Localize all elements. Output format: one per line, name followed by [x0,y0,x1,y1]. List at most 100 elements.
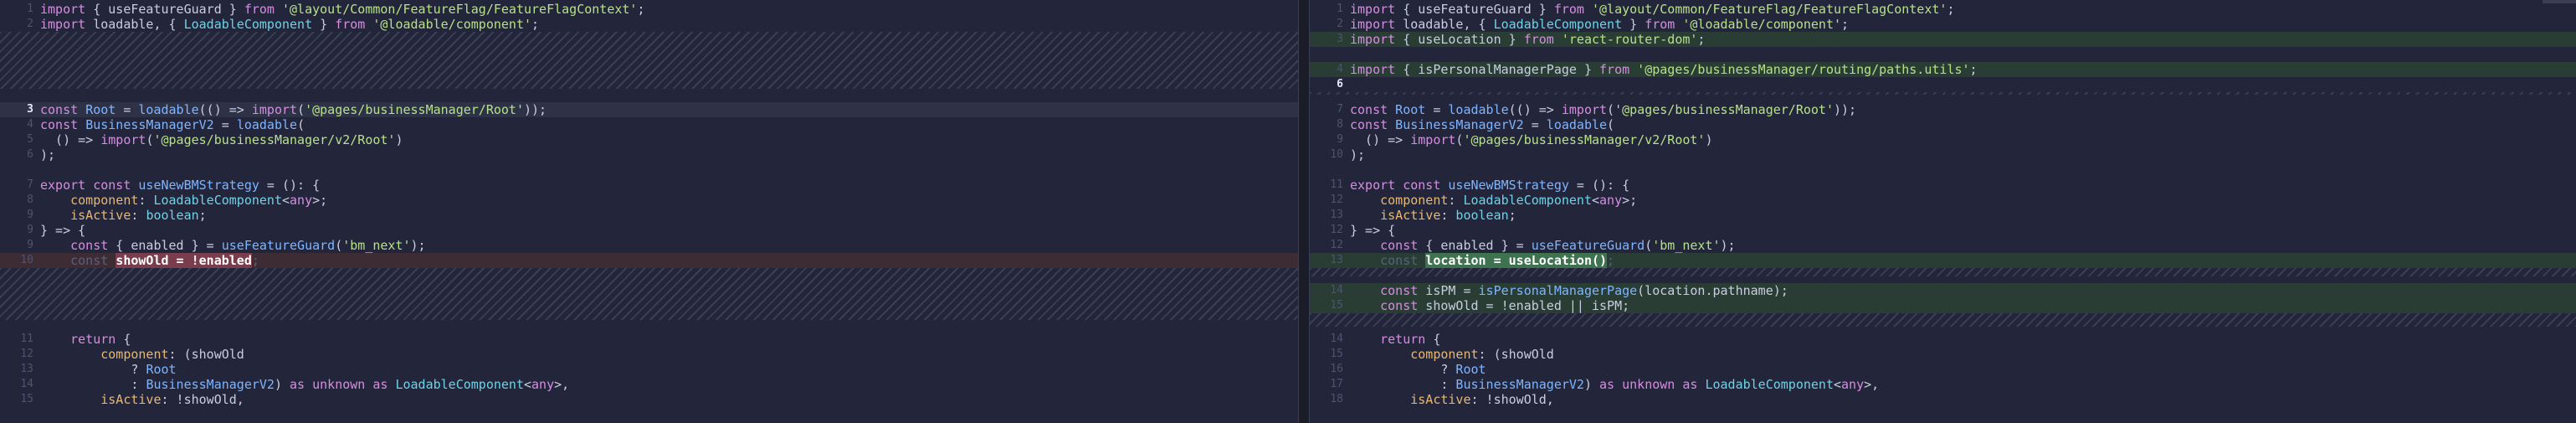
code-line[interactable]: 1 import { useFeatureGuard } from '@layou… [0,2,1298,17]
code-text: import { useLocation } from 'react-route… [1350,32,2576,47]
code-line[interactable]: 12 const { enabled } = useFeatureGuard('… [1310,238,2576,253]
code-token: component [70,193,139,208]
code-token: ( [335,238,343,253]
code-line[interactable]: 4 const BusinessManagerV2 = loadable( [0,117,1298,132]
code-line[interactable]: 10); [1310,147,2576,162]
code-line[interactable]: 4 import { isPersonalManagerPage } from '… [1309,62,2576,77]
code-line[interactable]: 14 : BusinessManagerV2) as unknown as Lo… [0,377,1298,392]
code-token: boolean [1455,208,1509,223]
diff-divider[interactable] [1297,0,1310,423]
code-line[interactable]: 18 isActive: !showOld, [1310,392,2576,407]
line-number: 10 [1330,148,1343,161]
code-token: LoadableComponent [1463,193,1592,208]
code-line[interactable]: 3 const Root = loadable(() => import('@pa… [0,102,1298,117]
diff-pane-original[interactable]: 1 import { useFeatureGuard } from '@layou… [0,0,1298,423]
code-token: )); [524,102,547,117]
code-line[interactable]: 6); [0,147,1298,162]
code-line[interactable]: 7 const Root = loadable(() => import('@pa… [1310,102,2576,117]
code-text: component: LoadableComponent<any>; [1350,193,2576,208]
code-token: isPersonalManagerPage [1478,283,1638,298]
code-line[interactable]: 3 import { useLocation } from 'react-rout… [1309,32,2576,47]
code-line[interactable]: 12} => { [1310,223,2576,238]
code-token: loadable [138,102,199,117]
code-line[interactable]: 16 ? Root [1310,362,2576,377]
line-number: 2 [1337,18,1343,30]
code-text: import loadable, { LoadableComponent } f… [1350,17,2576,32]
code-text: ); [1350,147,2576,162]
code-token: loadable [236,117,298,132]
code-line[interactable]: 9} => { [0,223,1298,238]
code-line[interactable]: 5 () => import('@pages/businessManager/v… [0,132,1298,147]
code-line[interactable]: 7 export const useNewBMStrategy = (): { [0,178,1298,193]
code-token: LoadableComponent [395,377,524,392]
code-line[interactable]: 2 import loadable, { LoadableComponent } … [1310,17,2576,32]
code-line[interactable]: 15 isActive: !showOld, [0,392,1298,407]
line-number: 13 [1330,254,1343,266]
code-token: ; [251,253,259,268]
code-line[interactable]: 1 import { useFeatureGuard } from '@layou… [1310,2,2576,17]
code-token: Root [1395,102,1426,117]
code-token: const [40,102,79,117]
code-token: BusinessManagerV2 [146,377,275,392]
code-line[interactable]: 8 const BusinessManagerV2 = loadable( [1310,117,2576,132]
code-token: ) [1705,132,1713,147]
code-token: ( [1607,117,1615,132]
code-line[interactable]: 15 const showOld = !enabled || isPM; [1309,298,2576,313]
diff-hatch-block [1309,313,2576,327]
code-token: >, [554,377,570,392]
code-line[interactable]: 11 export const useNewBMStrategy = (): { [1310,178,2576,193]
code-line[interactable]: 6 [1310,77,2576,92]
code-line[interactable]: 13 isActive: boolean; [1310,208,2576,223]
line-number: 7 [27,178,33,191]
code-token: import [1410,132,1456,147]
code-text: isActive: !showOld, [1350,392,2576,407]
code-line[interactable]: 13 const location = useLocation(); [1309,253,2576,268]
code-token: { isPersonalManagerPage } [1395,62,1600,77]
code-text: } => { [1350,223,2576,238]
code-token: (() => [1508,102,1562,117]
code-token: '@pages/businessManager/v2/Root' [1463,132,1706,147]
code-token: as [290,377,305,392]
code-line[interactable]: 12 component: LoadableComponent<any>; [1310,193,2576,208]
code-token: 'bm_next' [1652,238,1721,253]
code-token: isActive [70,208,131,223]
code-token: from [335,17,366,32]
code-text: const BusinessManagerV2 = loadable( [40,117,1298,132]
line-number: 9 [27,209,33,221]
code-text: const { enabled } = useFeatureGuard('bm_… [40,238,1298,253]
code-text: () => import('@pages/businessManager/v2/… [1350,132,2576,147]
code-token: < [1591,193,1600,208]
code-line[interactable]: 2 import loadable, { LoadableComponent } … [0,17,1298,32]
line-number: 18 [1330,393,1343,405]
diff-hatch-block [0,268,1298,320]
code-token: as [372,377,388,392]
code-text: isActive: !showOld, [40,392,1298,407]
code-token: = [213,117,237,132]
code-line[interactable]: 8 component: LoadableComponent<any>; [0,193,1298,208]
code-token: Root [1455,362,1486,377]
code-line[interactable]: 11 return { [0,332,1298,347]
code-token: { [115,332,131,347]
code-text: const isPM = isPersonalManagerPage(locat… [1350,283,2576,298]
line-number: 13 [20,363,33,375]
code-line[interactable]: 13 ? Root [0,362,1298,377]
code-line[interactable]: 12 component: (showOld [0,347,1298,362]
line-number: 6 [27,148,33,161]
code-line[interactable]: 17 : BusinessManagerV2) as unknown as Lo… [1310,377,2576,392]
code-line[interactable]: 9 () => import('@pages/businessManager/v… [1310,132,2576,147]
diff-hatch-block [1309,92,2576,95]
code-line[interactable]: 14 return { [1310,332,2576,347]
code-line[interactable]: 15 component: (showOld [1310,347,2576,362]
diff-pane-modified[interactable]: 1 import { useFeatureGuard } from '@layou… [1309,0,2576,423]
code-line[interactable]: 14 const isPM = isPersonalManagerPage(lo… [1309,283,2576,298]
line-number: 2 [27,18,33,30]
line-number: 13 [1330,209,1343,221]
code-text: : BusinessManagerV2) as unknown as Loada… [40,377,1298,392]
code-line[interactable]: 10 const showOld = !enabled; [0,253,1298,268]
code-line[interactable]: 9 const { enabled } = useFeatureGuard('b… [0,238,1298,253]
code-line[interactable]: 9 isActive: boolean; [0,208,1298,223]
